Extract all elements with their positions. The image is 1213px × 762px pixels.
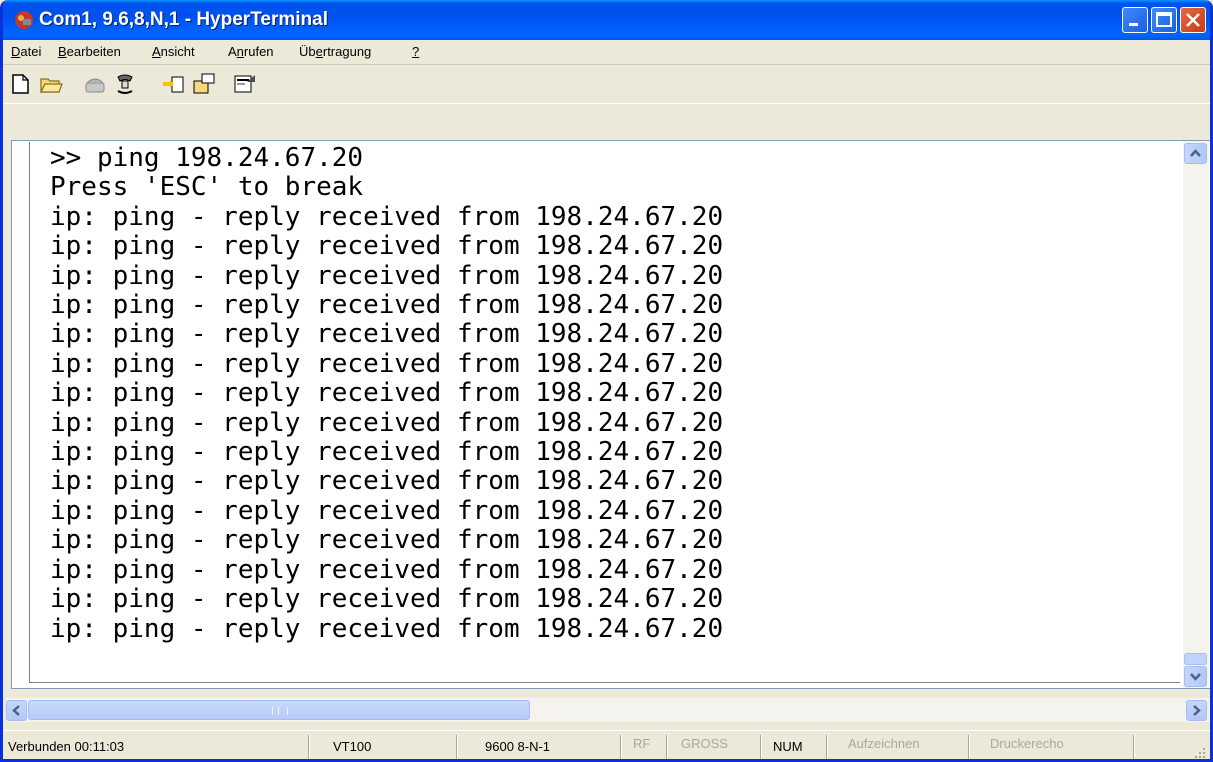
status-separator <box>620 735 622 759</box>
terminal-line: ip: ping - reply received from 198.24.67… <box>50 525 724 556</box>
menu-datei-accesskey: D <box>11 44 21 59</box>
status-connection-time: Verbunden 00:11:03 <box>8 739 125 754</box>
terminal-line: ip: ping - reply received from 198.24.67… <box>50 348 724 379</box>
window-title: Com1, 9.6,8,N,1 - HyperTerminal <box>39 9 328 30</box>
terminal-line: ip: ping - reply received from 198.24.67… <box>50 407 724 438</box>
status-port-settings: 9600 8-N-1 <box>485 739 551 754</box>
horizontal-scroll-thumb[interactable] <box>28 700 530 720</box>
menu-bearbeiten-text-rest: earbeiten <box>66 44 121 59</box>
horizontal-scrollbar[interactable] <box>6 698 1210 722</box>
terminal-line: >> ping 198.24.67.20 <box>50 143 364 173</box>
terminal-line: ip: ping - reply received from 198.24.67… <box>50 613 724 644</box>
hyperterminal-app-icon[interactable] <box>14 10 34 30</box>
status-capture: Aufzeichnen <box>848 736 920 751</box>
terminal-line: ip: ping - reply received from 198.24.67… <box>50 466 724 497</box>
disconnect-icon[interactable] <box>113 73 137 95</box>
terminal-line: ip: ping - reply received from 198.24.67… <box>50 584 724 615</box>
terminal-line: ip: ping - reply received from 198.24.67… <box>50 290 724 321</box>
new-document-icon[interactable] <box>9 73 33 95</box>
status-caps-lock: GROSS <box>681 736 728 751</box>
scroll-down-button[interactable] <box>1184 666 1207 687</box>
menu-help-accesskey: ? <box>412 44 420 59</box>
toolbar <box>3 65 1210 104</box>
menu-datei-text-rest: atei <box>20 44 42 59</box>
resize-grip-icon[interactable] <box>1194 747 1206 759</box>
minimize-icon <box>1129 23 1138 26</box>
call-icon[interactable] <box>83 73 107 95</box>
chevron-up-icon <box>1190 149 1201 157</box>
status-emulation: VT100 <box>333 739 372 754</box>
menu-uebertragung-text: Üb <box>299 44 316 59</box>
vertical-scrollbar[interactable] <box>1183 141 1209 688</box>
scroll-up-button[interactable] <box>1184 143 1207 164</box>
status-separator <box>1133 735 1135 759</box>
menu-anrufen[interactable]: Anrufen <box>228 44 274 59</box>
menu-uebertragung-text-rest: rtragung <box>322 44 372 59</box>
scroll-right-button[interactable] <box>1186 700 1207 721</box>
terminal-line: ip: ping - reply received from 198.24.67… <box>50 319 724 350</box>
menu-uebertragung-accesskey: e <box>315 44 323 59</box>
menu-ansicht-text-rest: nsicht <box>160 44 195 59</box>
terminal-line: Press 'ESC' to break <box>50 172 364 203</box>
menu-ansicht-accesskey: A <box>152 44 161 59</box>
terminal-output[interactable]: >> ping 198.24.67.20 Press 'ESC' to break… <box>50 143 724 644</box>
menu-anrufen-text: A <box>228 44 237 59</box>
terminal-line: ip: ping - reply received from 198.24.67… <box>50 495 724 526</box>
menu-anrufen-text-rest: rufen <box>243 44 274 59</box>
status-separator <box>308 735 310 759</box>
menu-bearbeiten-accesskey: B <box>58 44 67 59</box>
terminal-line: ip: ping - reply received from 198.24.67… <box>50 437 724 468</box>
menu-help[interactable]: ? <box>412 44 419 59</box>
scroll-left-button[interactable] <box>6 700 27 721</box>
status-rf: RF <box>633 736 651 751</box>
terminal-line: ip: ping - reply received from 198.24.67… <box>50 260 724 291</box>
terminal-line: ip: ping - reply received from 198.24.67… <box>50 378 724 409</box>
title-bar[interactable]: Com1, 9.6,8,N,1 - HyperTerminal <box>3 0 1210 40</box>
close-button[interactable] <box>1180 7 1206 33</box>
menu-ansicht[interactable]: Ansicht <box>152 44 195 59</box>
menu-uebertragung[interactable]: Übertragung <box>299 44 371 59</box>
menu-bearbeiten[interactable]: Bearbeiten <box>58 44 121 59</box>
chevron-left-icon <box>12 705 20 716</box>
menu-datei[interactable]: Datei <box>11 44 41 59</box>
scroll-thumb-grip <box>272 707 288 715</box>
status-print-echo: Druckerecho <box>990 736 1064 751</box>
chevron-down-icon <box>1190 673 1201 681</box>
chevron-right-icon <box>1193 705 1201 716</box>
hyperterminal-window: Com1, 9.6,8,N,1 - HyperTerminal Datei Be… <box>0 0 1213 762</box>
status-separator <box>826 735 828 759</box>
terminal-line: ip: ping - reply received from 198.24.67… <box>50 231 724 262</box>
menu-anrufen-accesskey: n <box>236 44 244 59</box>
status-separator <box>968 735 970 759</box>
terminal-line: ip: ping - reply received from 198.24.67… <box>50 201 724 232</box>
status-separator <box>456 735 458 759</box>
receive-icon[interactable] <box>192 73 216 95</box>
status-num-lock: NUM <box>773 739 803 754</box>
status-bar: Verbunden 00:11:03 VT100 9600 8-N-1 RF G… <box>3 730 1210 759</box>
vertical-scroll-thumb[interactable] <box>1184 653 1207 665</box>
maximize-button[interactable] <box>1151 7 1177 33</box>
minimize-button[interactable] <box>1122 7 1148 33</box>
menu-bar: Datei Bearbeiten Ansicht Anrufen Übertra… <box>3 40 1210 65</box>
status-separator <box>760 735 762 759</box>
open-folder-icon[interactable] <box>39 73 63 95</box>
properties-icon[interactable] <box>233 73 257 95</box>
terminal-line: ip: ping - reply received from 198.24.67… <box>50 554 724 585</box>
send-icon[interactable] <box>162 73 186 95</box>
status-separator <box>666 735 668 759</box>
close-icon <box>1186 13 1200 27</box>
maximize-icon <box>1156 12 1172 27</box>
